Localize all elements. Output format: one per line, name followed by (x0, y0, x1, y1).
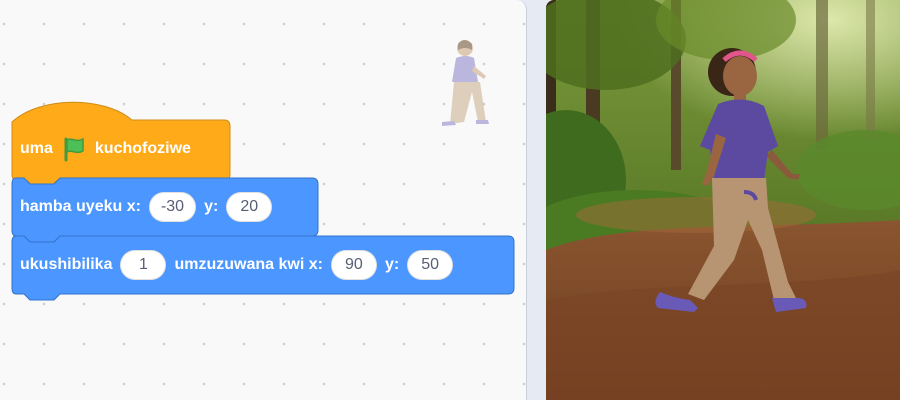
glide-block[interactable]: ukushibilika 1 umzuzuwana kwi x: 90 y: 5… (20, 250, 454, 280)
glide-block-shape[interactable] (0, 0, 526, 400)
stage[interactable] (546, 0, 900, 400)
glide-mid-label: umzuzuwana kwi x: (174, 256, 323, 273)
glide-y-label: y: (384, 256, 400, 273)
glide-y-input[interactable]: 50 (407, 250, 454, 280)
glide-x-input[interactable]: 90 (330, 250, 377, 280)
glide-label: ukushibilika (20, 256, 113, 273)
walking-girl-sprite[interactable] (654, 42, 814, 332)
code-area[interactable]: uma kuchofoziwe hamba uyeku x: -30 y: 20… (0, 0, 527, 400)
glide-secs-input[interactable]: 1 (120, 250, 167, 280)
